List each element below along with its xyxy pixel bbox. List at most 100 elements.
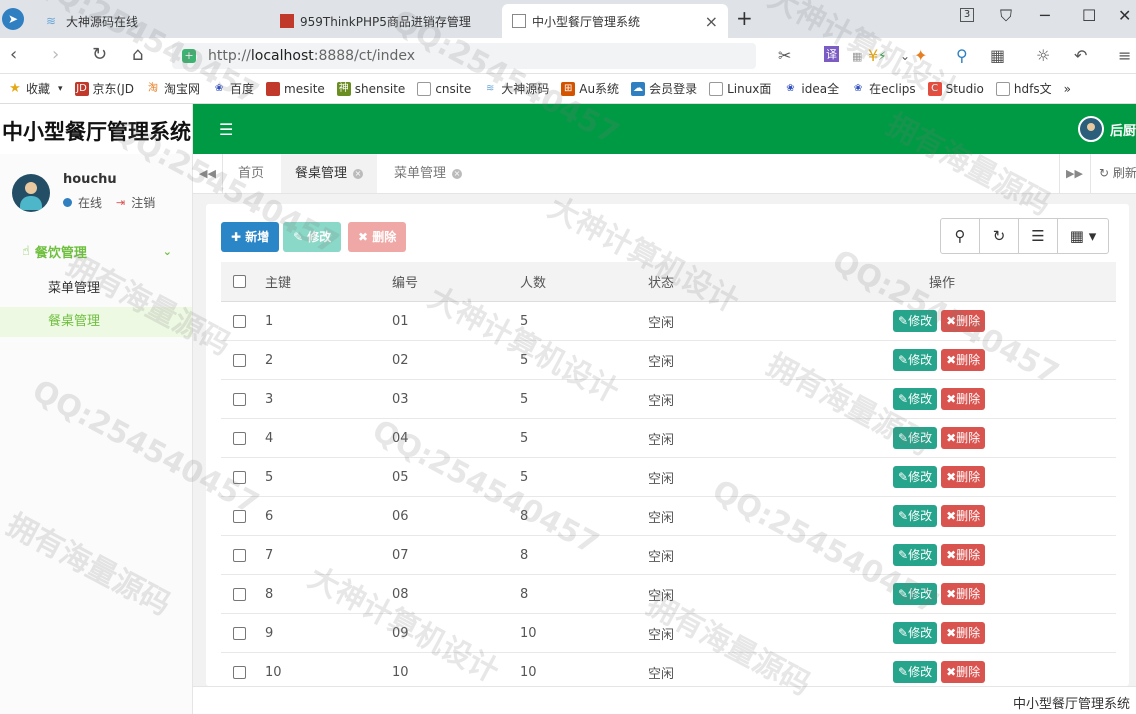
new-tab-icon[interactable]: + xyxy=(736,6,753,30)
row-checkbox[interactable] xyxy=(233,302,246,340)
row-checkbox[interactable] xyxy=(233,458,246,496)
top-user-menu[interactable]: 后厨 xyxy=(1077,116,1136,142)
bookmark-item[interactable]: C Studio xyxy=(927,81,984,96)
bookmark-item[interactable]: cnsite xyxy=(417,81,471,96)
row-delete-button[interactable]: ✖删除 xyxy=(941,544,986,566)
toggle-view-icon[interactable]: ☰ xyxy=(1019,219,1058,253)
row-edit-button[interactable]: ✎修改 xyxy=(893,349,938,371)
row-edit-button[interactable]: ✎修改 xyxy=(893,427,938,449)
chevron-down-icon[interactable]: ⌄ xyxy=(900,49,910,63)
row-delete-button[interactable]: ✖删除 xyxy=(941,661,986,683)
row-delete-button[interactable]: ✖删除 xyxy=(941,622,986,644)
row-edit-button[interactable]: ✎修改 xyxy=(893,310,938,332)
row-delete-button[interactable]: ✖删除 xyxy=(941,310,986,332)
row-edit-button[interactable]: ✎修改 xyxy=(893,466,938,488)
row-edit-button[interactable]: ✎修改 xyxy=(893,583,938,605)
row-checkbox[interactable] xyxy=(233,497,246,535)
search-icon[interactable]: ⚲ xyxy=(941,219,980,253)
row-delete-button[interactable]: ✖删除 xyxy=(941,349,986,371)
grid-icon[interactable]: ▦ xyxy=(990,46,1005,65)
add-button[interactable]: ✚ 新增 xyxy=(221,222,280,252)
row-checkbox[interactable] xyxy=(233,380,246,418)
bookmark-item[interactable]: ≋ 大神源码 xyxy=(483,80,549,97)
bookmark-item[interactable]: 淘淘宝网 xyxy=(146,80,200,97)
search-icon[interactable]: ⚲ xyxy=(956,46,968,65)
tabs-prev-icon[interactable]: ◀◀ xyxy=(193,154,223,193)
row-checkbox[interactable] xyxy=(233,536,246,574)
home-icon[interactable]: ⌂ xyxy=(132,44,143,65)
bookmark-item[interactable]: 神 shensite xyxy=(336,81,405,96)
row-delete-button[interactable]: ✖删除 xyxy=(941,388,986,410)
columns-icon[interactable]: ▦ ▾ xyxy=(1058,219,1108,253)
tabs-next-icon[interactable]: ▶▶ xyxy=(1059,154,1089,193)
col-id[interactable]: 主键 xyxy=(265,262,291,301)
refresh-icon[interactable]: ↻ xyxy=(92,44,107,65)
bookmark-item[interactable]: ❀ 百度 xyxy=(212,80,254,97)
col-code[interactable]: 编号 xyxy=(392,262,418,301)
edit-button[interactable]: ✎ 修改 xyxy=(283,222,342,252)
row-checkbox[interactable] xyxy=(233,341,246,379)
bookmark-item[interactable]: mesite xyxy=(266,81,325,96)
bookmark-item[interactable]: ★ 收藏 ▾ xyxy=(8,80,62,97)
url-bar[interactable]: + http://localhost:8888/ct/index ▦ ⚡ ⌄ xyxy=(172,43,910,69)
sidebar-item-menu[interactable]: 菜单管理 xyxy=(0,274,192,304)
tab-counter[interactable]: 3 xyxy=(960,8,974,22)
brightness-icon[interactable]: ☼ xyxy=(1036,46,1050,65)
coin-icon[interactable]: ¥ xyxy=(868,46,878,65)
browser-tab-active[interactable]: 中小型餐厅管理系统 × xyxy=(502,4,728,38)
row-delete-button[interactable]: ✖删除 xyxy=(941,466,986,488)
translate-icon[interactable]: 译 xyxy=(824,46,839,62)
lightning-icon[interactable]: ⚡ xyxy=(878,49,886,63)
close-tab-icon[interactable]: × xyxy=(705,12,718,31)
tab-home[interactable]: 首页 xyxy=(224,154,278,193)
sidebar-item-tables[interactable]: 餐桌管理 xyxy=(0,307,192,337)
col-people[interactable]: 人数 xyxy=(520,262,546,301)
undo-icon[interactable]: ↶ xyxy=(1074,46,1087,65)
shirt-icon[interactable]: ⛉ xyxy=(1000,6,1012,26)
maximize-icon[interactable]: ☐ xyxy=(1082,6,1096,25)
back-icon[interactable]: ‹ xyxy=(10,44,17,65)
row-delete-button[interactable]: ✖删除 xyxy=(941,505,986,527)
browser-tab[interactable]: ≋ 大神源码在线 xyxy=(36,4,266,38)
tab-tables[interactable]: 餐桌管理 × xyxy=(281,154,378,193)
row-delete-button[interactable]: ✖删除 xyxy=(941,583,986,605)
row-checkbox[interactable] xyxy=(233,575,246,613)
qr-icon[interactable]: ▦ xyxy=(852,50,862,63)
bookmark-item[interactable]: ⊞ Au系统 xyxy=(561,80,619,97)
row-delete-button[interactable]: ✖删除 xyxy=(941,427,986,449)
row-checkbox[interactable] xyxy=(233,653,246,686)
row-edit-button[interactable]: ✎修改 xyxy=(893,505,938,527)
minimize-icon[interactable]: ─ xyxy=(1040,6,1050,25)
row-edit-button[interactable]: ✎修改 xyxy=(893,661,938,683)
bookmark-item[interactable]: JD 京东(JD xyxy=(74,80,134,97)
row-checkbox[interactable] xyxy=(233,614,246,652)
scissors-icon[interactable]: ✂ xyxy=(778,46,791,65)
select-all-checkbox[interactable] xyxy=(233,262,246,301)
refresh-button[interactable]: ↻ 刷新 xyxy=(1090,154,1136,193)
bookmark-item[interactable]: ☁ 会员登录 xyxy=(631,80,697,97)
refresh-icon[interactable]: ↻ xyxy=(980,219,1019,253)
close-tab-icon[interactable]: × xyxy=(452,169,463,179)
hamburger-icon[interactable]: ☰ xyxy=(219,120,233,139)
forward-icon[interactable]: › xyxy=(52,44,59,65)
col-status[interactable]: 状态 xyxy=(648,262,674,301)
logout-icon[interactable]: ⇥ xyxy=(116,196,125,209)
browser-tab[interactable]: 959ThinkPHP5商品进销存管理 xyxy=(270,4,500,38)
close-tab-icon[interactable]: × xyxy=(353,169,364,179)
tab-menu[interactable]: 菜单管理 × xyxy=(380,154,476,193)
row-edit-button[interactable]: ✎修改 xyxy=(893,544,938,566)
row-edit-button[interactable]: ✎修改 xyxy=(893,388,938,410)
delete-button[interactable]: ✖ 删除 xyxy=(348,222,407,252)
menu-group-dining[interactable]: ☝ 餐饮管理 ⌄ xyxy=(0,240,192,262)
more-bookmarks-icon[interactable]: » xyxy=(1064,82,1071,96)
logout-link[interactable]: 注销 xyxy=(131,194,155,211)
menu-icon[interactable]: ≡ xyxy=(1118,46,1131,65)
bookmark-item[interactable]: ❀ idea全 xyxy=(783,80,839,97)
row-edit-button[interactable]: ✎修改 xyxy=(893,622,938,644)
bookmark-item[interactable]: hdfs文 xyxy=(995,80,1052,97)
row-checkbox[interactable] xyxy=(233,419,246,457)
close-window-icon[interactable]: ✕ xyxy=(1118,6,1131,25)
bookmark-item[interactable]: Linux面 xyxy=(709,80,771,97)
bookmark-item[interactable]: ❀ 在eclips xyxy=(851,80,916,97)
game-icon[interactable]: ✦ xyxy=(914,46,927,65)
